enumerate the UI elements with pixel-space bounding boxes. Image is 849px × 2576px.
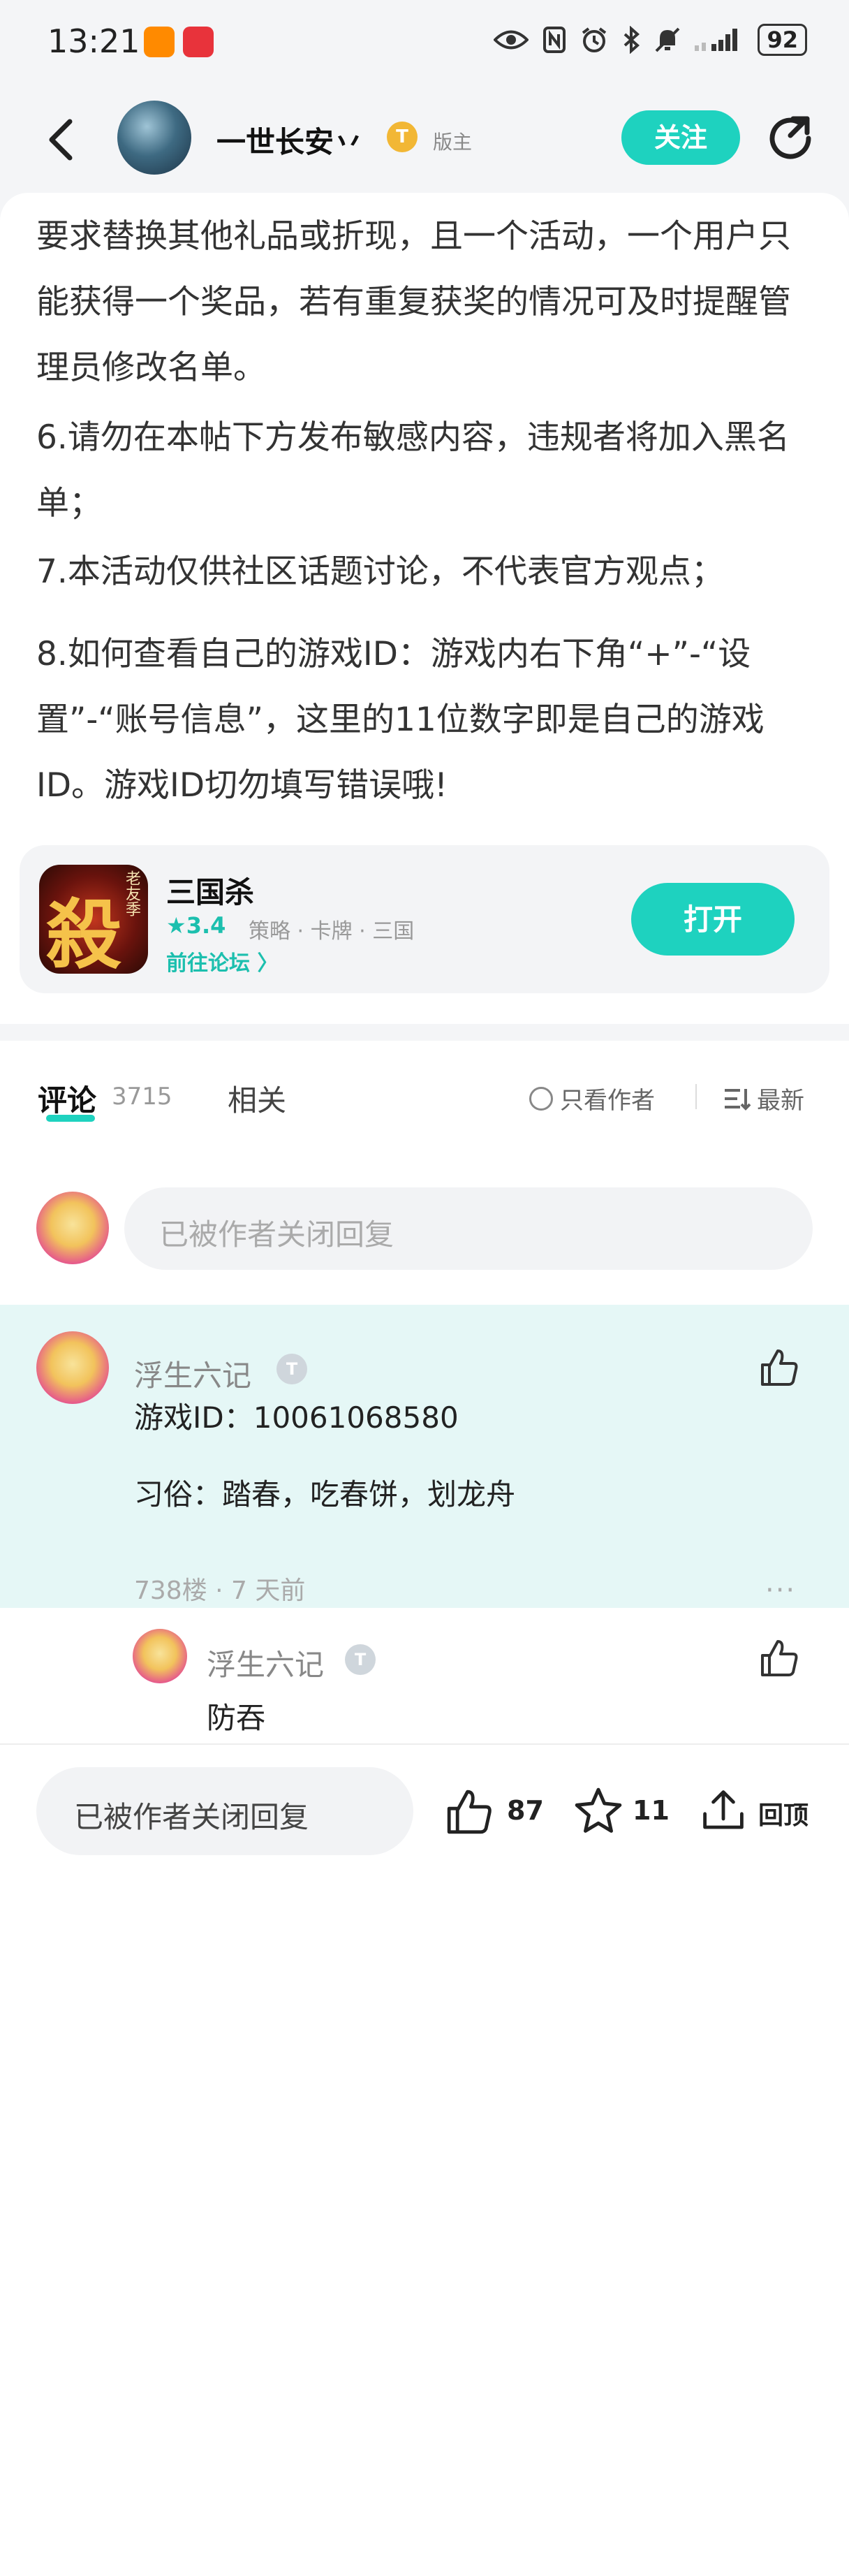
eye-icon xyxy=(494,30,529,50)
follow-button[interactable]: 关注 xyxy=(621,110,740,165)
reply-like-button[interactable] xyxy=(758,1637,800,1679)
status-icons: 92 xyxy=(494,24,807,56)
status-time: 13:21 xyxy=(47,22,140,60)
author-avatar[interactable] xyxy=(117,101,191,175)
game-tags: 策略 · 卡牌 · 三国 xyxy=(249,919,415,944)
back-to-top-button[interactable] xyxy=(698,1785,748,1836)
game-icon-glyph: 殺 xyxy=(46,891,122,974)
taobao-icon xyxy=(144,27,175,57)
favorite-button[interactable] xyxy=(573,1785,624,1837)
only-author-toggle[interactable]: 只看作者 xyxy=(529,1081,655,1115)
game-name[interactable]: 三国杀 xyxy=(166,869,254,912)
avatar[interactable] xyxy=(133,1629,187,1683)
my-avatar xyxy=(36,1192,109,1264)
thumbs-up-icon xyxy=(761,1640,798,1676)
back-to-top-label[interactable]: 回顶 xyxy=(758,1795,809,1831)
game-icon[interactable]: 殺 老友季 xyxy=(39,865,148,974)
thumbs-up-icon xyxy=(447,1790,492,1834)
huawei-icon xyxy=(183,27,214,57)
share-button[interactable] xyxy=(762,110,818,166)
like-count: 87 xyxy=(507,1795,544,1826)
alarm-icon xyxy=(582,27,607,52)
sort-latest-label: 最新 xyxy=(757,1087,804,1115)
forum-link[interactable]: 前往论坛 〉 xyxy=(166,946,278,976)
battery-indicator: 92 xyxy=(758,24,807,56)
more-options-button[interactable]: ··· xyxy=(765,1574,796,1607)
bottom-reply-placeholder: 已被作者关闭回复 xyxy=(74,1800,309,1834)
comment-username[interactable]: 浮生六记 xyxy=(134,1352,251,1395)
comment-text: 习俗：踏春，吃春饼，划龙舟 xyxy=(134,1477,516,1512)
comment-item xyxy=(0,1305,849,1608)
nfc-icon xyxy=(543,27,566,53)
only-author-label: 只看作者 xyxy=(560,1087,655,1115)
post-paragraph: 要求替换其他礼品或折现，且一个活动，一个用户只能获得一个奖品，若有重复获奖的情况… xyxy=(36,217,791,387)
signal-icon xyxy=(695,29,738,51)
comment-like-button[interactable] xyxy=(758,1347,800,1389)
comment-meta: 738楼 · 7 天前 xyxy=(134,1576,306,1605)
open-game-button[interactable]: 打开 xyxy=(631,883,795,956)
post-paragraph: 6.请勿在本帖下方发布敏感内容，违规者将加入黑名单； xyxy=(36,418,790,522)
sort-icon xyxy=(725,1088,751,1111)
reply-placeholder: 已被作者关闭回复 xyxy=(159,1217,394,1252)
divider xyxy=(695,1084,697,1109)
thumbs-up-icon xyxy=(761,1349,798,1386)
favorite-count: 11 xyxy=(633,1795,670,1826)
star-icon xyxy=(575,1787,622,1833)
tab-related[interactable]: 相关 xyxy=(228,1077,286,1120)
chevron-left-icon xyxy=(49,119,73,161)
comment-text: 游戏ID：10061068580 xyxy=(134,1400,459,1435)
author-level-badge: T xyxy=(387,122,418,152)
user-level-badge: T xyxy=(276,1354,307,1384)
mute-icon xyxy=(656,27,680,52)
radio-circle-icon xyxy=(529,1086,553,1111)
sort-latest[interactable]: 最新 xyxy=(723,1081,804,1115)
reply-username[interactable]: 浮生六记 xyxy=(207,1641,324,1684)
post-like-button[interactable] xyxy=(444,1787,494,1837)
user-level-badge: T xyxy=(345,1644,376,1675)
bluetooth-icon xyxy=(624,26,640,54)
game-rating: ★3.4 xyxy=(166,912,226,939)
tab-comments[interactable]: 评论 xyxy=(38,1077,96,1120)
author-name[interactable]: 一世长安丷 xyxy=(216,119,363,161)
share-icon xyxy=(769,116,811,159)
comment-count: 3715 xyxy=(112,1083,172,1111)
post-paragraph: 8.如何查看自己的游戏ID：游戏内右下角“+”-“设置”-“账号信息”，这里的1… xyxy=(36,635,765,805)
game-icon-tag: 老友季 xyxy=(123,870,140,916)
avatar[interactable] xyxy=(36,1331,109,1404)
post-paragraph: 7.本活动仅供社区话题讨论，不代表官方观点； xyxy=(36,552,724,591)
upload-arrow-icon xyxy=(703,1790,744,1829)
reply-text: 防吞 xyxy=(207,1701,266,1735)
author-role: 版主 xyxy=(433,131,473,154)
back-button[interactable] xyxy=(40,112,82,168)
tab-active-indicator xyxy=(46,1115,95,1122)
